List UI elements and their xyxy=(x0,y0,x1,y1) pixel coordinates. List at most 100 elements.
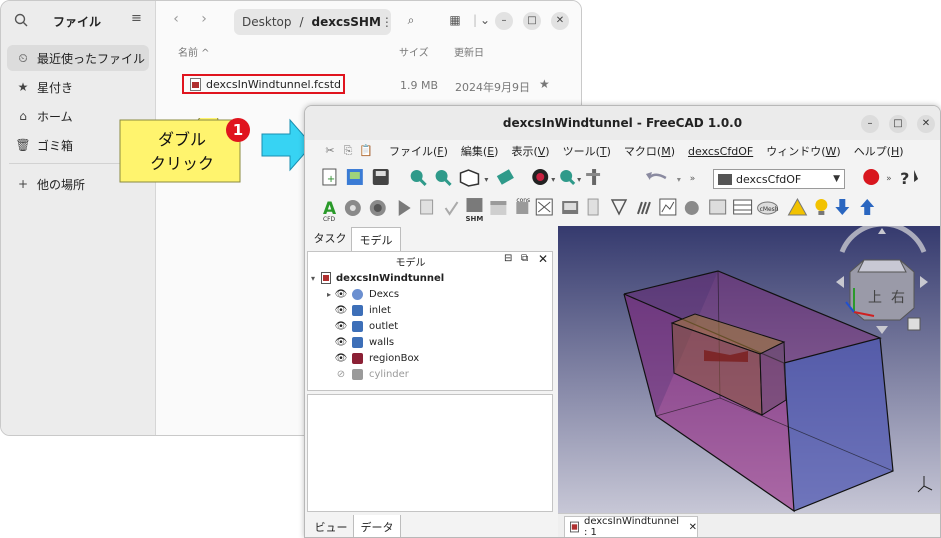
expand-right-icon[interactable]: ▸ xyxy=(324,290,334,299)
eye-icon[interactable]: 👁 xyxy=(334,337,348,348)
column-name[interactable]: 名前 ^ xyxy=(178,44,210,59)
slashes-icon[interactable] xyxy=(637,201,651,215)
expand-down-icon[interactable]: ▾ xyxy=(308,274,318,283)
tab-data[interactable]: データ xyxy=(353,515,401,537)
fluid-properties-icon[interactable] xyxy=(369,200,386,216)
3d-view[interactable]: 上 右 xyxy=(558,226,941,513)
tree-item-cylinder[interactable]: ⊘ cylinder xyxy=(308,366,578,382)
view-options-chevron-icon[interactable]: ⌄ xyxy=(476,13,494,31)
tree-item-regionbox[interactable]: 👁 regionBox xyxy=(308,350,578,366)
search-icon[interactable] xyxy=(13,12,31,30)
float-panel-icon[interactable]: ⊟ xyxy=(504,253,512,264)
breadcrumb-desktop[interactable]: Desktop xyxy=(242,15,292,29)
whats-this-icon[interactable]: ? xyxy=(900,169,919,188)
eye-icon[interactable]: 👁 xyxy=(334,305,348,316)
physics-model-icon[interactable] xyxy=(344,200,361,216)
arrow-up-icon[interactable] xyxy=(860,199,875,215)
close-button[interactable]: ✕ xyxy=(551,12,569,30)
eye-icon[interactable]: 👁 xyxy=(334,289,348,300)
star-icon[interactable]: ★ xyxy=(539,77,550,91)
record-macro-icon[interactable] xyxy=(863,169,880,185)
breadcrumb-current[interactable]: dexcsSHM xyxy=(312,15,381,29)
close-panel-icon[interactable]: ✕ xyxy=(538,252,548,266)
menu-view[interactable]: 表示(V) xyxy=(511,143,549,159)
restore-panel-icon[interactable]: ⧉ xyxy=(521,253,528,264)
file-name-highlight[interactable]: dexcsInWindtunnel.fcstd xyxy=(182,74,345,94)
menu-window[interactable]: ウィンドウ(W) xyxy=(766,143,840,159)
more-tools-icon[interactable]: » xyxy=(690,174,696,184)
tree-item-dexcs[interactable]: ▸ 👁 Dexcs xyxy=(308,286,568,302)
tab-model[interactable]: モデル xyxy=(351,227,401,251)
maximize-button[interactable]: □ xyxy=(523,12,541,30)
menu-file[interactable]: ファイル(F) xyxy=(389,143,448,159)
more-options-icon[interactable]: ⋮ xyxy=(381,15,393,29)
zoom-selection-icon[interactable] xyxy=(435,170,452,187)
maximize-button[interactable]: □ xyxy=(889,115,907,133)
menu-tools[interactable]: ツール(T) xyxy=(563,143,611,159)
minimize-button[interactable]: – xyxy=(495,12,513,30)
mesh-region-icon[interactable] xyxy=(535,198,553,216)
grid-view-icon[interactable]: ▦ xyxy=(446,13,464,31)
open-document-icon[interactable] xyxy=(346,169,363,185)
draw-style-icon[interactable] xyxy=(532,169,549,185)
zoom-fit-icon[interactable] xyxy=(410,170,427,187)
menu-edit[interactable]: 編集(E) xyxy=(461,143,499,159)
new-document-icon[interactable]: + xyxy=(322,168,337,186)
dashboard-icon[interactable] xyxy=(709,199,727,215)
save-icon[interactable] xyxy=(372,169,389,185)
tree-item-inlet[interactable]: 👁 inlet xyxy=(308,302,578,318)
column-modified[interactable]: 更新日 xyxy=(454,44,484,59)
eye-icon[interactable]: 👁 xyxy=(334,321,348,332)
zoom-icon[interactable] xyxy=(560,170,576,186)
eye-icon[interactable]: 👁 xyxy=(334,353,348,364)
navcube-face-top[interactable]: 上 xyxy=(868,290,882,306)
eye-hidden-icon[interactable]: ⊘ xyxy=(334,369,348,380)
funnel-icon[interactable] xyxy=(610,199,628,216)
navcube-face-right[interactable]: 右 xyxy=(891,290,905,306)
boundary-layer-icon[interactable] xyxy=(490,201,507,215)
cloud-icon[interactable] xyxy=(684,201,699,215)
tab-task[interactable]: タスク xyxy=(311,226,349,250)
measure-icon[interactable] xyxy=(496,169,514,185)
check-icon[interactable] xyxy=(444,201,459,216)
initialise-icon[interactable] xyxy=(420,199,434,215)
axonometric-view-icon[interactable] xyxy=(459,169,480,187)
menu-dexcscfdof[interactable]: dexcsCfdOF xyxy=(688,145,753,158)
mesh-icon[interactable]: cMesh xyxy=(757,201,779,215)
chevron-down-icon[interactable]: ▾ xyxy=(677,175,681,184)
mesh-shm-icon[interactable]: SHM xyxy=(465,198,483,223)
search-folder-icon[interactable]: ⌕ xyxy=(402,13,420,31)
probe-icon[interactable] xyxy=(587,198,599,216)
document-tab[interactable]: dexcsInWindtunnel : 1 ✕ xyxy=(564,516,698,537)
breadcrumb[interactable]: Desktop / dexcsSHM ⋮ xyxy=(234,9,393,35)
undo-icon[interactable] xyxy=(645,172,667,180)
copy-icon[interactable]: ⎘ xyxy=(341,144,355,158)
chevron-down-icon[interactable]: ▾ xyxy=(577,175,581,184)
column-size[interactable]: サイズ xyxy=(399,44,429,59)
cut-icon[interactable]: ✂ xyxy=(323,144,337,158)
file-row[interactable]: dexcsInWindtunnel.fcstd 1.9 MB 2024年9月9日… xyxy=(174,72,581,98)
run-icon[interactable] xyxy=(398,200,411,216)
arrow-down-icon[interactable] xyxy=(835,199,850,215)
tree-item-outlet[interactable]: 👁 outlet xyxy=(308,318,578,334)
chevron-down-icon[interactable]: ▾ xyxy=(484,175,488,184)
tab-view[interactable]: ビュー xyxy=(311,515,351,537)
std-view-icon[interactable] xyxy=(586,169,601,185)
chevron-down-icon[interactable]: ▾ xyxy=(551,175,555,184)
sidebar-item-recent[interactable]: ⏲ 最近使ったファイル xyxy=(7,45,149,71)
close-button[interactable]: ✕ xyxy=(917,115,935,133)
lightbulb-icon[interactable] xyxy=(815,199,828,215)
cfd-analysis-icon[interactable]: ACFD xyxy=(323,198,337,223)
more-tools-icon[interactable]: » xyxy=(886,174,892,184)
paste-icon[interactable]: 📋 xyxy=(359,144,373,158)
chart-icon[interactable] xyxy=(659,198,677,216)
minimize-button[interactable]: – xyxy=(861,115,879,133)
monitor-icon[interactable] xyxy=(562,201,579,214)
menu-help[interactable]: ヘルプ(H) xyxy=(854,143,904,159)
sidebar-item-starred[interactable]: ★ 星付き xyxy=(7,74,149,100)
forward-icon[interactable]: › xyxy=(194,11,214,31)
warning-icon[interactable] xyxy=(787,198,808,216)
menu-macro[interactable]: マクロ(M) xyxy=(624,143,675,159)
table-icon[interactable] xyxy=(733,199,753,215)
back-icon[interactable]: ‹ xyxy=(166,11,186,31)
